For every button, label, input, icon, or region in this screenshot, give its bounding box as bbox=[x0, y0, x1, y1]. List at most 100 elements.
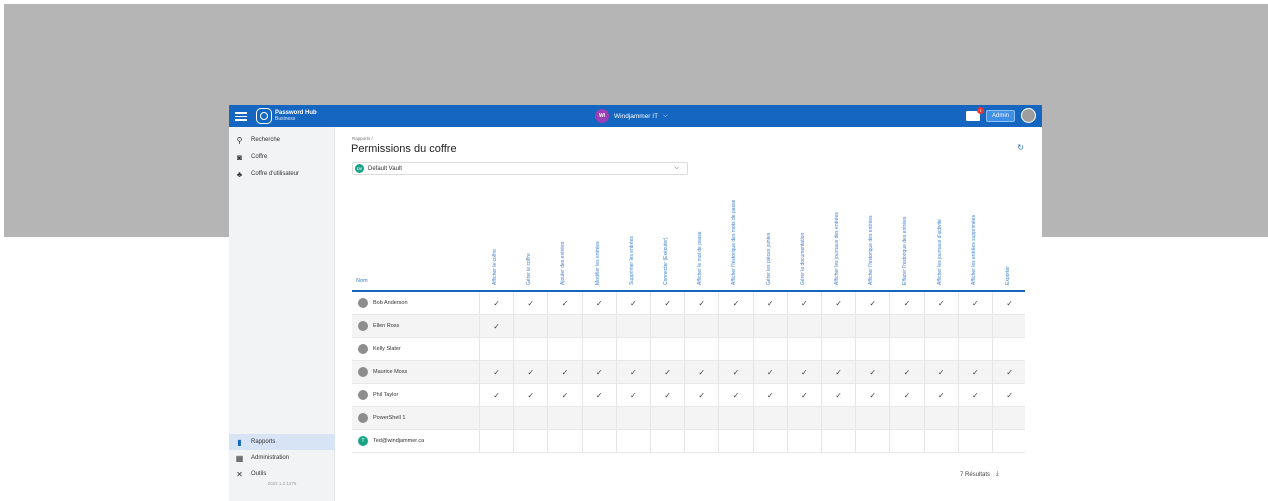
permission-cell: ✓ bbox=[684, 361, 718, 384]
column-header-nom[interactable]: Nom bbox=[356, 278, 368, 284]
column-header[interactable]: Afficher les entrées supprimées bbox=[971, 215, 977, 285]
column-header[interactable]: Afficher l'historique des mots de passe bbox=[731, 200, 737, 285]
download-icon[interactable]: ⤓ bbox=[996, 471, 999, 478]
sidebar-item-rapports[interactable]: ▮ Rapports bbox=[229, 434, 335, 450]
permission-cell: ✓ bbox=[821, 384, 855, 407]
table-row[interactable]: Phil Taylor ✓ ✓ ✓ ✓ ✓ ✓ ✓ ✓ ✓ ✓ ✓ ✓ ✓ ✓ ✓ ✓ bbox=[352, 384, 1025, 407]
permission-cell bbox=[786, 315, 821, 338]
permission-cell bbox=[718, 315, 752, 338]
permission-cell: ✓ bbox=[513, 361, 547, 384]
user-name: Kelly Slater bbox=[373, 346, 401, 352]
sidebar-item-coffre-utilisateur[interactable]: ♣ Coffre d'utilisateur bbox=[229, 166, 335, 182]
column-header[interactable]: Effacer l'historique des entrées bbox=[902, 217, 908, 285]
permission-cell bbox=[513, 430, 547, 453]
permission-cell bbox=[992, 430, 1026, 453]
vault-select[interactable]: DV Default Vault ⌵ bbox=[352, 162, 688, 175]
permission-cell bbox=[650, 315, 684, 338]
sidebar-item-label: Recherche bbox=[251, 137, 281, 143]
permission-cell: ✓ bbox=[752, 361, 787, 384]
permission-cell bbox=[684, 407, 718, 430]
column-header[interactable]: Afficher l'historique des entrées bbox=[868, 215, 874, 285]
permission-cell bbox=[479, 338, 513, 361]
permission-cell: ✓ bbox=[889, 292, 923, 315]
column-header[interactable]: Gérer les pièces jointes bbox=[766, 233, 772, 285]
column-header[interactable]: Connecter (Exécuter) bbox=[663, 237, 669, 285]
mail-icon[interactable]: 1 bbox=[965, 106, 984, 121]
permission-cell bbox=[786, 338, 821, 361]
hamburger-menu-icon[interactable] bbox=[235, 110, 247, 122]
table-row[interactable]: Bob Anderson ✓ ✓ ✓ ✓ ✓ ✓ ✓ ✓ ✓ ✓ ✓ ✓ ✓ ✓ ✓ ✓ bbox=[352, 292, 1025, 315]
avatar bbox=[358, 413, 368, 423]
permission-cell: ✓ bbox=[513, 384, 547, 407]
logo[interactable]: Password Hub Business bbox=[256, 108, 317, 124]
results-count: 7 Résultats bbox=[960, 471, 991, 478]
table-row[interactable]: Maurice Moss ✓ ✓ ✓ ✓ ✓ ✓ ✓ ✓ ✓ ✓ ✓ ✓ ✓ ✓ ✓ ✓ bbox=[352, 361, 1025, 384]
vault-avatar: DV bbox=[355, 164, 364, 173]
column-header[interactable]: Gérer le coffre bbox=[526, 253, 532, 285]
permission-cell bbox=[992, 315, 1026, 338]
table-row[interactable]: Ellen Ross ✓ bbox=[352, 315, 1025, 338]
permission-cell bbox=[889, 407, 923, 430]
sidebar-item-outils[interactable]: ✕ Outils bbox=[229, 466, 335, 482]
permission-cell bbox=[821, 338, 855, 361]
table-row[interactable]: PowerShell 1 bbox=[352, 407, 1025, 430]
reports-icon: ▮ bbox=[237, 437, 242, 447]
permission-cell bbox=[752, 338, 787, 361]
sidebar-item-administration[interactable]: ▦ Administration bbox=[229, 450, 335, 466]
permission-cell: ✓ bbox=[992, 361, 1026, 384]
column-header[interactable]: Modifier les entrées bbox=[595, 241, 601, 285]
tools-icon: ✕ bbox=[236, 469, 243, 479]
permission-cell: ✓ bbox=[752, 292, 787, 315]
admin-icon: ▦ bbox=[235, 453, 244, 463]
permission-cell: ✓ bbox=[923, 292, 958, 315]
permission-cell bbox=[684, 315, 718, 338]
permission-cell: ✓ bbox=[957, 292, 992, 315]
column-header[interactable]: Exporter bbox=[1005, 266, 1011, 285]
table-row[interactable]: T Ted@windjammer.ca bbox=[352, 430, 1025, 453]
permission-cell bbox=[786, 430, 821, 453]
column-header[interactable]: Afficher le mot de passe bbox=[697, 231, 703, 285]
permission-cell: ✓ bbox=[615, 384, 650, 407]
user-avatar[interactable] bbox=[1021, 108, 1036, 123]
permission-cell bbox=[650, 407, 684, 430]
column-header[interactable]: Afficher les journaux d'activité bbox=[937, 219, 943, 285]
logo-subtitle: Business bbox=[275, 116, 296, 122]
vault-icon: ◙ bbox=[237, 152, 242, 162]
permission-cell: ✓ bbox=[821, 292, 855, 315]
table-row[interactable]: Kelly Slater bbox=[352, 338, 1025, 361]
sidebar-item-coffre[interactable]: ◙ Coffre bbox=[229, 149, 335, 165]
sidebar-item-label: Coffre bbox=[251, 154, 268, 160]
permission-cell bbox=[752, 315, 787, 338]
permission-cell bbox=[889, 315, 923, 338]
permission-cell bbox=[923, 430, 958, 453]
permission-cell bbox=[718, 338, 752, 361]
permission-cell: ✓ bbox=[786, 292, 821, 315]
permission-cell bbox=[547, 315, 581, 338]
user-name: Ellen Ross bbox=[373, 323, 400, 329]
permission-cell bbox=[547, 407, 581, 430]
sidebar-item-label: Rapports bbox=[251, 439, 276, 445]
workspace-switcher[interactable]: WI Windjammer IT ⌵ bbox=[595, 109, 668, 123]
permission-cell bbox=[615, 430, 650, 453]
admin-button[interactable]: Admin bbox=[985, 109, 1015, 122]
column-header[interactable]: Supprimer les entrées bbox=[629, 236, 635, 285]
avatar bbox=[358, 298, 368, 308]
column-header[interactable]: Afficher les journaux des entrées bbox=[834, 212, 840, 285]
permission-cell: ✓ bbox=[718, 361, 752, 384]
column-header[interactable]: Afficher le coffre bbox=[492, 249, 498, 285]
permission-cell: ✓ bbox=[581, 292, 616, 315]
permission-cell: ✓ bbox=[992, 384, 1026, 407]
permission-cell: ✓ bbox=[923, 361, 958, 384]
breadcrumb[interactable]: Rapports / bbox=[352, 136, 373, 141]
column-header[interactable]: Gérer la documentation bbox=[800, 233, 806, 285]
permission-cell bbox=[855, 338, 889, 361]
page-title: Permissions du coffre bbox=[351, 143, 457, 155]
column-header[interactable]: Ajouter des entrées bbox=[560, 242, 566, 285]
chevron-down-icon: ⌵ bbox=[674, 165, 679, 171]
user-name: Ted@windjammer.ca bbox=[373, 438, 425, 444]
permission-cell bbox=[821, 430, 855, 453]
permission-cell: ✓ bbox=[650, 361, 684, 384]
sidebar-item-recherche[interactable]: ⚲ Recherche bbox=[229, 132, 335, 148]
refresh-icon[interactable]: ↻ bbox=[1017, 143, 1024, 152]
permission-cell bbox=[855, 407, 889, 430]
